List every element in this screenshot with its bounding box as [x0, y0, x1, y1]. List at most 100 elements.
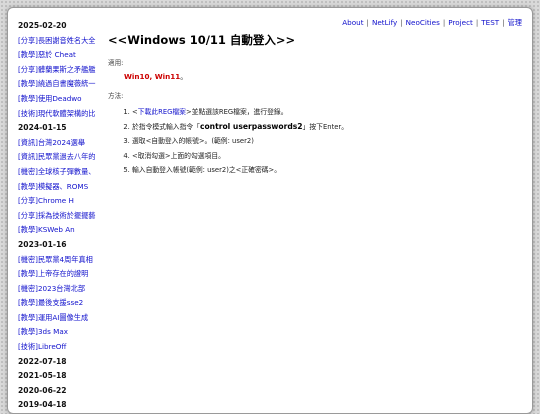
post-title: 惡於 Cheat	[37, 50, 76, 60]
post-title: 台灣2024選舉	[37, 137, 86, 147]
sidebar-post-link[interactable]: [教學]使用Deadwo	[18, 92, 106, 107]
step-item: <下載此REG檔案>並點選該REG檔案，進行登錄。	[132, 105, 518, 120]
method-label: 方法:	[108, 92, 124, 100]
applies-os-text: Win10, Win11	[124, 72, 181, 81]
sidebar: 2025-02-20 [分享]長困謝音姓名大全 [教學]惡於 Cheat [分享]髒蘭…	[18, 19, 106, 413]
step-item: <取消勾選>上面的勾選項目。	[132, 149, 518, 164]
post-title: 長困謝音姓名大全	[37, 35, 96, 45]
post-category: [分享]	[18, 64, 38, 74]
sidebar-post-link[interactable]: [資訊]台灣2024選舉	[18, 136, 106, 151]
nav-link-2[interactable]: NeoCities	[406, 18, 440, 27]
applies-label: 適用:	[108, 59, 124, 67]
post-category: [機密]	[18, 254, 38, 264]
post-title: 現代軟體架構的比	[37, 108, 96, 118]
post-category: [教學]	[18, 93, 38, 103]
step-text: 於指令模式輸入指令「	[132, 122, 200, 131]
step-item: 輸入自動登入帳號(範例: user2)之<正確密碼>。	[132, 163, 518, 178]
date-heading: 2020-06-22	[18, 385, 67, 395]
applies-suffix: 。	[180, 72, 188, 81]
sidebar-post-link[interactable]: [分享]髒蘭果斯之矛艦艦	[18, 63, 106, 78]
nav-link-0[interactable]: About	[342, 18, 363, 27]
date-heading: 2019-04-18	[18, 400, 67, 410]
post-category: [技術]	[18, 342, 38, 352]
sidebar-post-link[interactable]: [機密]民眾黨4周年真相	[18, 253, 106, 268]
post-title: 採為技術於擺擺藝	[37, 210, 96, 220]
step-text: 」按下Enter。	[302, 122, 349, 131]
sidebar-post-link[interactable]: [資訊]民眾黨過去八年的	[18, 150, 106, 165]
steps-list: <下載此REG檔案>並點選該REG檔案，進行登錄。於指令模式輸入指令「contr…	[108, 105, 518, 178]
post-category: [教學]	[18, 298, 38, 308]
applies-value: Win10, Win11。	[124, 72, 518, 82]
sidebar-post-link[interactable]: [教學]3ds Max	[18, 325, 106, 340]
article: <<Windows 10/11 自動登入>> 適用: Win10, Win11。…	[108, 32, 518, 178]
post-category: [資訊]	[18, 137, 38, 147]
post-category: [教學]	[18, 269, 38, 279]
nav-link-5[interactable]: 管理	[508, 18, 522, 27]
step-text: >並點選該REG檔案，進行登錄。	[185, 108, 288, 116]
sidebar-post-link[interactable]: [機密]全球核子彈數量、	[18, 165, 106, 180]
sidebar-post-link[interactable]: [教學]KSWeb An	[18, 223, 106, 238]
post-category: [教學]	[18, 181, 38, 191]
sidebar-post-link[interactable]: [教學]上帝存在的證明	[18, 267, 106, 282]
sidebar-post-link[interactable]: [分享]長困謝音姓名大全	[18, 34, 106, 49]
nav-separator: |	[400, 18, 403, 27]
post-title: 上帝存在的證明	[37, 269, 89, 279]
nav-separator: |	[366, 18, 369, 27]
post-title: 2023台灣北部	[37, 283, 86, 293]
date-heading: 2024-01-15	[18, 123, 67, 133]
post-category: [教學]	[18, 79, 38, 89]
date-heading: 2021-05-18	[18, 371, 67, 381]
command-text: control userpasswords2	[199, 121, 303, 131]
sidebar-post-link[interactable]: [教學]繞過自書魔薇統一	[18, 77, 106, 92]
post-title: KSWeb An	[37, 225, 75, 235]
nav-separator: |	[442, 18, 446, 27]
post-title: 髒蘭果斯之矛艦艦	[37, 64, 96, 74]
sidebar-post-link[interactable]: [分享]Chrome H	[18, 194, 106, 209]
nav-link-3[interactable]: Project	[448, 18, 473, 27]
post-title: 民眾黨4周年真相	[37, 254, 93, 264]
post-category: [分享]	[18, 210, 38, 220]
date-heading: 2023-01-16	[18, 239, 67, 249]
post-title: 運用AI圖像生成	[37, 312, 89, 322]
sidebar-post-link[interactable]: [技術]現代軟體架構的比	[18, 107, 106, 122]
post-category: [教學]	[18, 225, 38, 235]
step-text: <取消勾選>上面的勾選項目。	[132, 151, 225, 160]
sidebar-post-link[interactable]: [教學]最後支援sse2	[18, 296, 106, 311]
download-reg-link[interactable]: 下載此REG檔案	[138, 108, 186, 116]
date-heading: 2022-07-18	[18, 356, 67, 366]
sidebar-post-link[interactable]: [分享]採為技術於擺擺藝	[18, 209, 106, 224]
post-title: LibreOff	[37, 342, 67, 352]
sidebar-post-link[interactable]: [技術]LibreOff	[18, 340, 106, 355]
top-nav: About | NetLify | NeoCities | Project | TEST | 管理	[342, 18, 522, 28]
nav-link-1[interactable]: NetLify	[372, 18, 397, 27]
sidebar-post-link[interactable]: [機密]2023台灣北部	[18, 282, 106, 297]
post-category: [資訊]	[18, 152, 38, 162]
nav-separator: |	[475, 18, 479, 27]
step-item: 選取<自動登入的帳號>。(範例: user2)	[132, 134, 518, 149]
nav-separator: |	[502, 18, 505, 27]
date-heading: 2025-02-20	[18, 21, 67, 30]
post-title: 全球核子彈數量、	[37, 166, 96, 176]
post-title: 3ds Max	[37, 327, 69, 337]
step-text: 選取<自動登入的帳號>。(範例: user2)	[132, 137, 254, 146]
post-category: [機密]	[18, 283, 38, 293]
post-title: 模擬器、ROMS	[37, 181, 89, 191]
post-category: [教學]	[18, 50, 38, 60]
sidebar-post-link[interactable]: [教學]惡於 Cheat	[18, 48, 106, 63]
post-category: [分享]	[18, 35, 38, 45]
article-title: <<Windows 10/11 自動登入>>	[108, 33, 296, 47]
page-container: About | NetLify | NeoCities | Project | TEST | 管理 …	[7, 7, 533, 414]
post-title: 繞過自書魔薇統一	[37, 79, 96, 89]
step-item: 於指令模式輸入指令「control userpasswords2」按下Enter…	[132, 120, 518, 135]
nav-link-4[interactable]: TEST	[481, 18, 499, 27]
post-category: [分享]	[18, 196, 38, 206]
sidebar-post-link[interactable]: [教學]運用AI圖像生成	[18, 311, 106, 326]
step-text: 輸入自動登入帳號(範例: user2)之<正確密碼>。	[132, 166, 282, 175]
post-category: [教學]	[18, 312, 38, 322]
sidebar-post-link[interactable]: [教學]模擬器、ROMS	[18, 180, 106, 195]
post-title: 使用Deadwo	[37, 93, 82, 103]
post-title: Chrome H	[37, 196, 74, 206]
post-category: [技術]	[18, 108, 38, 118]
post-title: 最後支援sse2	[37, 298, 84, 308]
post-title: 民眾黨過去八年的	[37, 152, 96, 162]
